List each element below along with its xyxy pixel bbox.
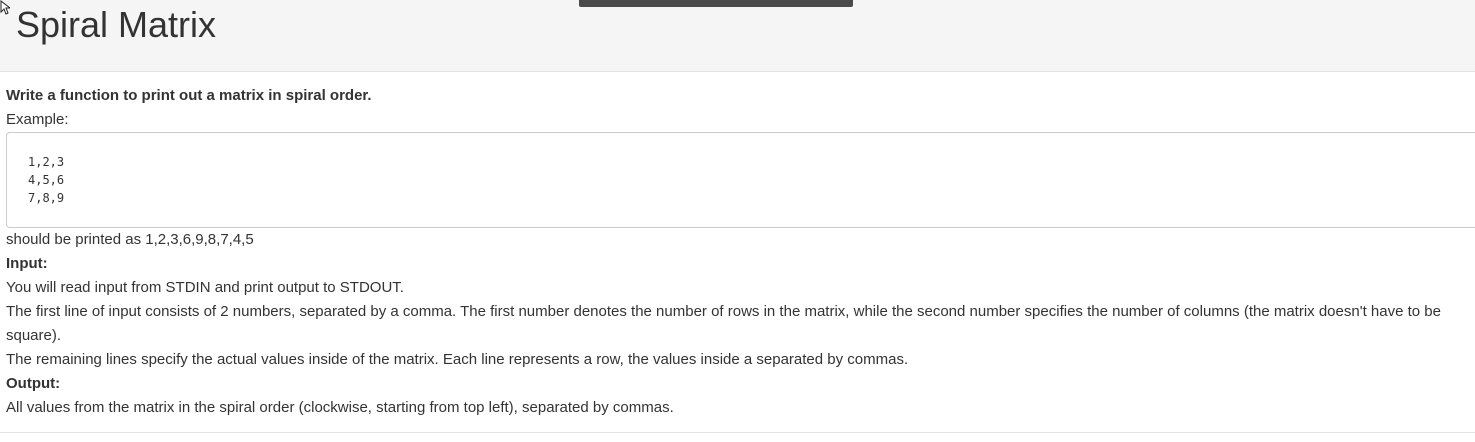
example-result: should be printed as 1,2,3,6,9,8,7,4,5 [6, 231, 254, 248]
example-code-block: 1,2,3 4,5,6 7,8,9 [6, 132, 1475, 228]
problem-description: Write a function to print out a matrix i… [6, 84, 1475, 420]
top-toolbar-bar[interactable] [579, 0, 853, 7]
page-header: Spiral Matrix [0, 0, 1475, 72]
matrix-row: 4,5,6 [28, 173, 65, 187]
matrix-row: 7,8,9 [28, 191, 65, 205]
input-description-line: The remaining lines specify the actual v… [6, 351, 909, 368]
output-heading: Output: [6, 375, 61, 392]
input-description-line: You will read input from STDIN and print… [6, 279, 404, 296]
output-description: All values from the matrix in the spiral… [6, 399, 674, 416]
page-title: Spiral Matrix [16, 4, 217, 45]
problem-intro: Write a function to print out a matrix i… [6, 87, 372, 104]
matrix-row: 1,2,3 [28, 155, 65, 169]
divider [0, 432, 1475, 433]
input-description-line: The first line of input consists of 2 nu… [6, 303, 1441, 344]
mouse-pointer-icon [0, 0, 10, 15]
example-label: Example: [6, 111, 69, 128]
input-heading: Input: [6, 255, 48, 272]
page: Spiral Matrix Write a function to print … [0, 0, 1475, 442]
